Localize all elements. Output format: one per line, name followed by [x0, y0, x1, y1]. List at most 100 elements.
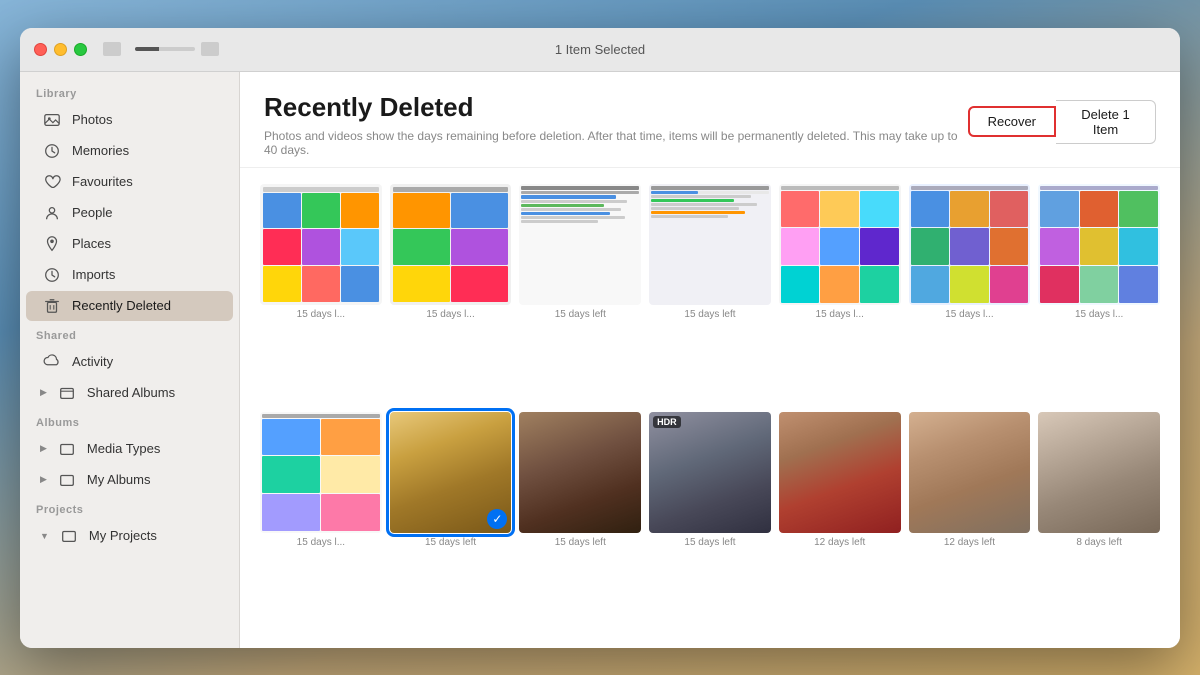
my-projects-icon: [59, 526, 79, 546]
photo-item[interactable]: 15 days l...: [779, 184, 901, 404]
sidebar-activity-label: Activity: [72, 354, 113, 369]
photo-label: 12 days left: [909, 537, 1031, 548]
photo-thumbnail: [1038, 412, 1160, 534]
photo-item[interactable]: HDR 15 days left: [649, 412, 771, 632]
sidebar-shared-albums-label: Shared Albums: [87, 385, 175, 400]
sidebar-item-memories[interactable]: Memories: [26, 136, 233, 166]
sidebar-people-label: People: [72, 205, 112, 220]
title-area: Recently Deleted Photos and videos show …: [264, 92, 968, 157]
heart-icon: [42, 172, 62, 192]
view-toggle-icon[interactable]: [201, 42, 219, 56]
sidebar-my-albums-label: My Albums: [87, 472, 151, 487]
titlebar: 1 Item Selected: [20, 28, 1180, 72]
photo-item[interactable]: 8 days left: [1038, 412, 1160, 632]
sidebar-item-recently-deleted[interactable]: Recently Deleted: [26, 291, 233, 321]
projects-section-label: Projects: [20, 496, 239, 520]
delete-button[interactable]: Delete 1 Item: [1056, 100, 1156, 144]
app-window: 1 Item Selected Library Photos: [20, 28, 1180, 648]
sidebar-imports-label: Imports: [72, 267, 115, 282]
minimize-button[interactable]: [54, 43, 67, 56]
photo-item[interactable]: 15 days left: [519, 184, 641, 404]
person-icon: [42, 203, 62, 223]
photo-label: 15 days l...: [390, 309, 512, 320]
photo-item[interactable]: 15 days l...: [260, 184, 382, 404]
sidebar-item-people[interactable]: People: [26, 198, 233, 228]
photo-label: 12 days left: [779, 537, 901, 548]
sidebar-item-media-types[interactable]: ▶ Media Types: [26, 434, 233, 464]
photo-label: 15 days l...: [260, 309, 382, 320]
photo-icon: [42, 110, 62, 130]
photo-thumbnail: HDR: [649, 412, 771, 534]
sidebar-toggle-icon[interactable]: [103, 42, 121, 56]
sidebar-item-my-albums[interactable]: ▶ My Albums: [26, 465, 233, 495]
sidebar-item-my-projects[interactable]: ▼ My Projects: [26, 521, 233, 551]
photo-label: 15 days l...: [779, 309, 901, 320]
albums-section-label: Albums: [20, 409, 239, 433]
sidebar-photos-label: Photos: [72, 112, 112, 127]
photo-thumbnail: [519, 184, 641, 306]
photo-thumbnail: [909, 412, 1031, 534]
recover-button[interactable]: Recover: [968, 106, 1056, 137]
photo-item[interactable]: 15 days l...: [909, 184, 1031, 404]
pin-icon: [42, 234, 62, 254]
photo-item[interactable]: 15 days left: [649, 184, 771, 404]
cloud-icon: [42, 352, 62, 372]
traffic-lights: [34, 43, 87, 56]
sidebar-places-label: Places: [72, 236, 111, 251]
sidebar-memories-label: Memories: [72, 143, 129, 158]
photo-grid: 15 days l...: [240, 168, 1180, 648]
photo-item[interactable]: 15 days l...: [390, 184, 512, 404]
sidebar-media-types-label: Media Types: [87, 441, 160, 456]
photo-thumbnail: [1038, 184, 1160, 306]
photo-item[interactable]: 15 days left: [519, 412, 641, 632]
trash-icon: [42, 296, 62, 316]
photo-label: 15 days l...: [909, 309, 1031, 320]
sidebar-item-photos[interactable]: Photos: [26, 105, 233, 135]
photo-label: 15 days left: [390, 537, 512, 548]
memories-icon: [42, 141, 62, 161]
sidebar-my-projects-label: My Projects: [89, 528, 157, 543]
photo-thumbnail: [260, 412, 382, 534]
photo-thumbnail: [909, 184, 1031, 306]
content-header: Recently Deleted Photos and videos show …: [240, 72, 1180, 168]
photo-thumbnail: [779, 184, 901, 306]
zoom-slider[interactable]: [135, 47, 195, 51]
sidebar-item-favourites[interactable]: Favourites: [26, 167, 233, 197]
sidebar-favourites-label: Favourites: [72, 174, 133, 189]
photo-item[interactable]: ✓ 15 days left: [390, 412, 512, 632]
fullscreen-button[interactable]: [74, 43, 87, 56]
photo-thumbnail: [260, 184, 382, 306]
photo-label: 15 days left: [519, 537, 641, 548]
photo-item[interactable]: 12 days left: [779, 412, 901, 632]
sidebar-item-places[interactable]: Places: [26, 229, 233, 259]
page-subtitle: Photos and videos show the days remainin…: [264, 129, 968, 157]
photo-thumbnail: [649, 184, 771, 306]
photo-label: 15 days l...: [260, 537, 382, 548]
close-button[interactable]: [34, 43, 47, 56]
main-area: Library Photos M: [20, 72, 1180, 648]
sidebar: Library Photos M: [20, 72, 240, 648]
content-area: Recently Deleted Photos and videos show …: [240, 72, 1180, 648]
photo-thumbnail: [390, 184, 512, 306]
library-section-label: Library: [20, 80, 239, 104]
my-albums-icon: [57, 470, 77, 490]
window-title: 1 Item Selected: [555, 42, 645, 57]
import-icon: [42, 265, 62, 285]
sidebar-recently-deleted-label: Recently Deleted: [72, 298, 171, 313]
photo-label: 15 days left: [649, 537, 771, 548]
shared-albums-icon: [57, 383, 77, 403]
shared-section-label: Shared: [20, 322, 239, 346]
photo-label: 8 days left: [1038, 537, 1160, 548]
sidebar-item-shared-albums[interactable]: ▶ Shared Albums: [26, 378, 233, 408]
photo-label: 15 days left: [649, 309, 771, 320]
sidebar-item-activity[interactable]: Activity: [26, 347, 233, 377]
sidebar-item-imports[interactable]: Imports: [26, 260, 233, 290]
page-title: Recently Deleted: [264, 92, 968, 123]
photo-item[interactable]: 15 days l...: [1038, 184, 1160, 404]
hdr-badge: HDR: [653, 416, 681, 428]
window-controls: [103, 42, 219, 56]
photo-item[interactable]: 15 days l...: [260, 412, 382, 632]
photo-label: 15 days left: [519, 309, 641, 320]
photo-thumbnail: [779, 412, 901, 534]
photo-item[interactable]: 12 days left: [909, 412, 1031, 632]
